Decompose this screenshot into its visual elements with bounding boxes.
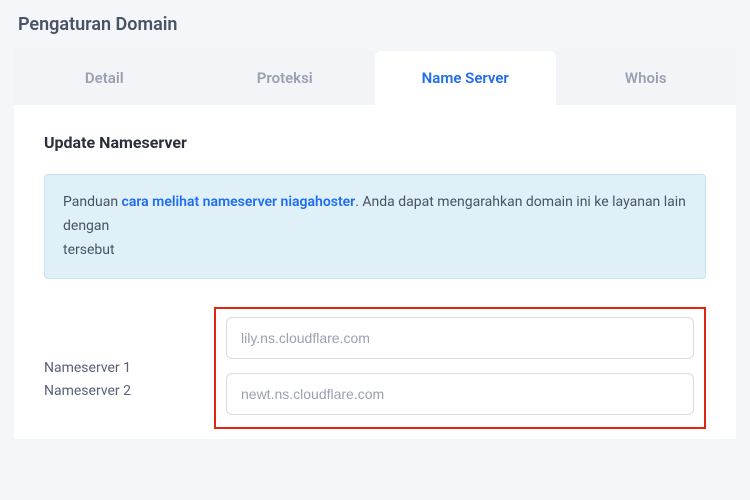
tab-proteksi[interactable]: Proteksi (195, 51, 376, 105)
section-title: Update Nameserver (44, 133, 706, 152)
tab-bar: Detail Proteksi Name Server Whois (14, 51, 736, 105)
ns2-input[interactable] (226, 373, 694, 415)
tab-content: Update Nameserver Panduan cara melihat n… (14, 105, 736, 439)
ns1-label: Nameserver 1 (44, 360, 214, 376)
tab-detail[interactable]: Detail (14, 51, 195, 105)
nameserver-highlight (214, 307, 706, 429)
info-guide-link[interactable]: cara melihat nameserver niagahoster (122, 194, 356, 210)
info-prefix: Panduan (63, 194, 122, 210)
info-line2: tersebut (63, 242, 115, 258)
ns1-input[interactable] (226, 317, 694, 359)
info-banner: Panduan cara melihat nameserver niagahos… (44, 174, 706, 279)
page-title: Pengaturan Domain (0, 0, 750, 51)
settings-panel: Detail Proteksi Name Server Whois Update… (14, 51, 736, 439)
tab-name-server[interactable]: Name Server (375, 51, 556, 105)
tab-whois[interactable]: Whois (556, 51, 737, 105)
